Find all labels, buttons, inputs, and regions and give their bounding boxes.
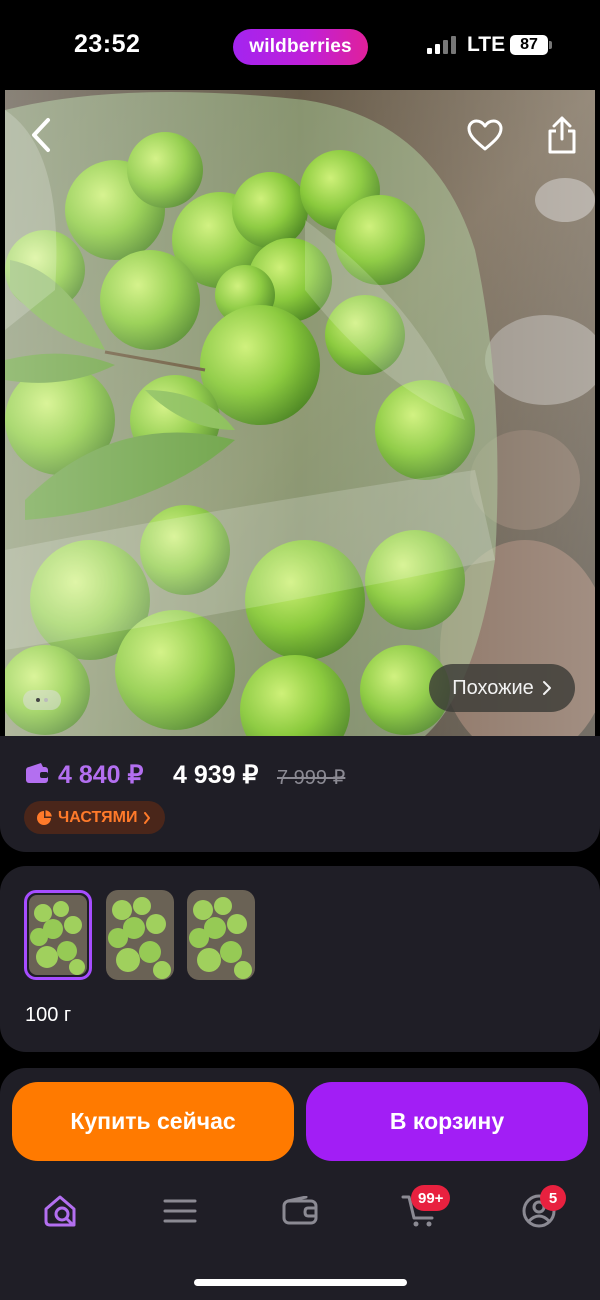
installment-label: ЧАСТЯМИ [58, 808, 138, 826]
variant-card: 100 г [0, 866, 600, 1052]
nav-home-search[interactable] [37, 1187, 85, 1235]
page-dot [36, 698, 40, 702]
heart-icon [467, 119, 503, 151]
signal-icon [427, 36, 457, 54]
variant-thumbnail-image [106, 890, 174, 980]
similar-button[interactable]: Похожие [429, 664, 575, 712]
nav-catalog[interactable] [156, 1187, 204, 1235]
carrier-label: LTE [467, 33, 506, 56]
share-icon [548, 116, 576, 154]
battery-icon: 87 [510, 35, 548, 55]
old-price: 7 999 ₽ [277, 767, 346, 789]
pie-icon [37, 809, 52, 825]
product-photo[interactable]: Похожие [5, 90, 595, 736]
share-button[interactable] [540, 113, 584, 157]
gallery-page-dots [23, 690, 61, 710]
battery-tip [549, 41, 552, 49]
page-dot [44, 698, 48, 702]
add-to-cart-button[interactable]: В корзину [306, 1082, 588, 1161]
brand-logo: wildberries [233, 29, 368, 65]
variant-thumbnail-image [29, 895, 87, 975]
back-button[interactable] [19, 113, 63, 157]
home-search-icon [44, 1195, 76, 1227]
profile-badge: 5 [540, 1185, 566, 1211]
chevron-right-icon [542, 681, 551, 695]
variant-thumbnail-image [187, 890, 255, 980]
menu-icon [163, 1199, 197, 1223]
variant-weight: 100 г [25, 1004, 72, 1026]
installment-button[interactable]: ЧАСТЯМИ [24, 801, 166, 834]
product-photo-image [5, 90, 595, 736]
favorite-button[interactable] [463, 113, 507, 157]
nav-wallet[interactable] [276, 1187, 324, 1235]
wallet-icon [26, 763, 48, 783]
regular-price: 4 939 ₽ [173, 761, 259, 789]
similar-label: Похожие [452, 676, 534, 699]
variant-thumbnail[interactable] [187, 890, 255, 980]
chevron-left-icon [32, 118, 50, 152]
home-indicator [194, 1279, 407, 1286]
price-card: 4 840 ₽ 4 939 ₽ 7 999 ₽ ЧАСТЯМИ [0, 736, 600, 852]
chevron-right-icon [144, 811, 151, 824]
variant-thumbnail[interactable] [106, 890, 174, 980]
buy-now-button[interactable]: Купить сейчас [12, 1082, 294, 1161]
wallet-price: 4 840 ₽ [58, 761, 144, 789]
variant-thumbnail[interactable] [24, 890, 92, 980]
wallet-icon [282, 1196, 318, 1225]
status-bar: 23:52 wildberries LTE 87 [0, 0, 600, 90]
cart-badge: 99+ [411, 1185, 451, 1211]
status-time: 23:52 [74, 30, 141, 58]
